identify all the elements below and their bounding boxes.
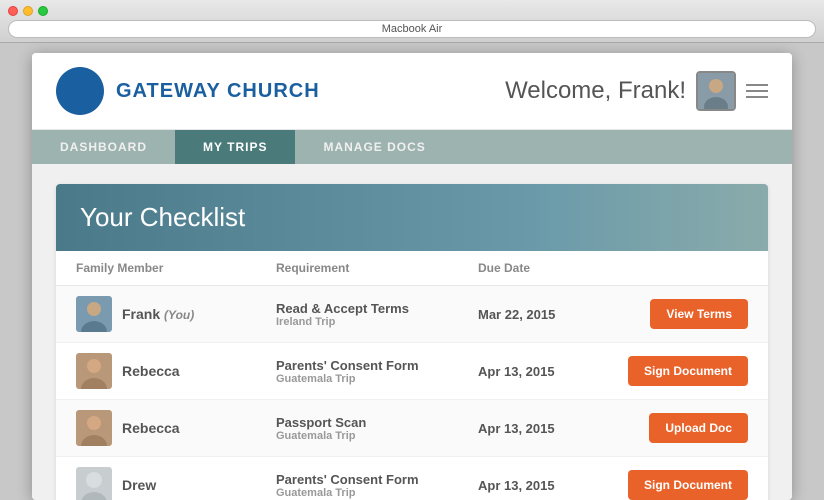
traffic-lights [8, 6, 816, 16]
close-button-traffic[interactable] [8, 6, 18, 16]
hamburger-line-1 [746, 84, 768, 86]
action-cell-frank-terms: View Terms [618, 299, 748, 329]
content-area: Your Checklist Family Member Requirement… [32, 164, 792, 500]
welcome-text: Welcome, Frank! [505, 77, 686, 105]
member-cell-rebecca-consent: Rebecca [76, 353, 276, 389]
req-subtitle-frank-terms: Ireland Trip [276, 316, 478, 328]
requirement-cell-rebecca-consent: Parents' Consent Form Guatemala Trip [276, 358, 478, 385]
action-cell-drew-consent: Sign Document [618, 470, 748, 500]
sign-document-button-drew-consent[interactable]: Sign Document [628, 470, 748, 500]
site-nav: DASHBOARD MY TRIPS MANAGE DOCS [32, 130, 792, 164]
user-avatar [696, 71, 736, 111]
logo-circle [56, 67, 104, 115]
upload-doc-button-rebecca-passport[interactable]: Upload Doc [649, 413, 748, 443]
col-header-requirement: Requirement [276, 261, 478, 275]
checklist-title: Your Checklist [80, 202, 744, 233]
req-title-frank-terms: Read & Accept Terms [276, 301, 478, 316]
table-header-row: Family Member Requirement Due Date [56, 251, 768, 286]
requirement-cell-frank-terms: Read & Accept Terms Ireland Trip [276, 301, 478, 328]
hamburger-line-3 [746, 96, 768, 98]
requirement-cell-rebecca-passport: Passport Scan Guatemala Trip [276, 415, 478, 442]
table-row: Drew Parents' Consent Form Guatemala Tri… [56, 457, 768, 500]
view-terms-button[interactable]: View Terms [650, 299, 748, 329]
nav-item-dashboard[interactable]: DASHBOARD [32, 130, 175, 164]
table-row: Rebecca Parents' Consent Form Guatemala … [56, 343, 768, 400]
due-date-rebecca-consent: Apr 13, 2015 [478, 364, 618, 379]
avatar-rebecca-passport [76, 410, 112, 446]
hamburger-line-2 [746, 90, 768, 92]
req-subtitle-drew-consent: Guatemala Trip [276, 487, 478, 499]
sign-document-button-rebecca-consent[interactable]: Sign Document [628, 356, 748, 386]
table-row: Rebecca Passport Scan Guatemala Trip Apr… [56, 400, 768, 457]
req-subtitle-rebecca-consent: Guatemala Trip [276, 373, 478, 385]
checklist-card: Your Checklist Family Member Requirement… [56, 184, 768, 500]
action-cell-rebecca-consent: Sign Document [618, 356, 748, 386]
main-window: GATEWAY CHURCH Welcome, Frank! DASHBOARD… [32, 53, 792, 500]
table-row: Frank (You) Read & Accept Terms Ireland … [56, 286, 768, 343]
member-name-drew-consent: Drew [122, 477, 156, 493]
member-cell-rebecca-passport: Rebecca [76, 410, 276, 446]
member-cell-frank-terms: Frank (You) [76, 296, 276, 332]
avatar-frank-terms [76, 296, 112, 332]
welcome-area: Welcome, Frank! [505, 71, 768, 111]
col-header-action [618, 261, 748, 275]
due-date-drew-consent: Apr 13, 2015 [478, 478, 618, 493]
checklist-header: Your Checklist [56, 184, 768, 251]
member-name-rebecca-consent: Rebecca [122, 363, 180, 379]
avatar-drew-consent [76, 467, 112, 500]
due-date-frank-terms: Mar 22, 2015 [478, 307, 618, 322]
browser-chrome: Macbook Air [0, 0, 824, 43]
member-name-rebecca-passport: Rebecca [122, 420, 180, 436]
minimize-button-traffic[interactable] [23, 6, 33, 16]
address-bar-area: Macbook Air [8, 20, 816, 38]
member-note-frank: (You) [164, 308, 194, 322]
req-title-rebecca-consent: Parents' Consent Form [276, 358, 478, 373]
logo-text: GATEWAY CHURCH [116, 80, 320, 103]
requirement-cell-drew-consent: Parents' Consent Form Guatemala Trip [276, 472, 478, 499]
member-cell-drew-consent: Drew [76, 467, 276, 500]
logo-area: GATEWAY CHURCH [56, 67, 320, 115]
checklist-table: Family Member Requirement Due Date [56, 251, 768, 500]
req-title-rebecca-passport: Passport Scan [276, 415, 478, 430]
action-cell-rebecca-passport: Upload Doc [618, 413, 748, 443]
nav-item-manage-docs[interactable]: MANAGE DOCS [295, 130, 453, 164]
col-header-member: Family Member [76, 261, 276, 275]
nav-item-my-trips[interactable]: MY TRIPS [175, 130, 295, 164]
avatar-rebecca-consent [76, 353, 112, 389]
site-header: GATEWAY CHURCH Welcome, Frank! [32, 53, 792, 130]
url-bar[interactable]: Macbook Air [8, 20, 816, 38]
due-date-rebecca-passport: Apr 13, 2015 [478, 421, 618, 436]
hamburger-menu-icon[interactable] [746, 84, 768, 98]
maximize-button-traffic[interactable] [38, 6, 48, 16]
req-subtitle-rebecca-passport: Guatemala Trip [276, 430, 478, 442]
req-title-drew-consent: Parents' Consent Form [276, 472, 478, 487]
member-name-frank: Frank (You) [122, 306, 194, 322]
col-header-due-date: Due Date [478, 261, 618, 275]
